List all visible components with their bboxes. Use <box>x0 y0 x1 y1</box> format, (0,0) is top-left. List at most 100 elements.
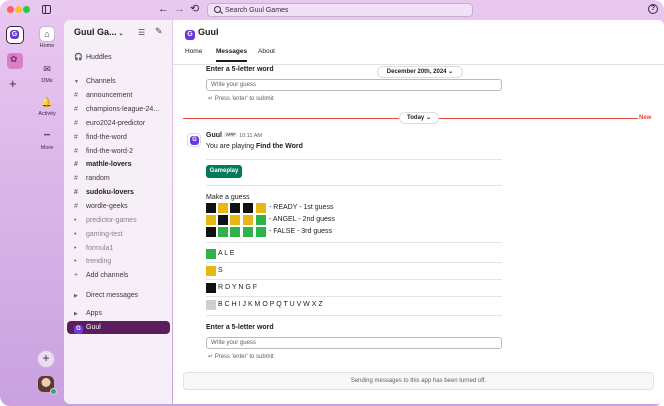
nav-column: ⌂ Home ✉ DMs 🔔 Activity ••• More <box>30 20 64 406</box>
sidebar-item-channel[interactable]: # champions-league-24... <box>74 104 170 115</box>
dms-section-header[interactable]: ▶ Direct messages <box>74 290 170 301</box>
nav-activity[interactable]: 🔔 Activity <box>30 95 64 117</box>
sidebar-item-label: Channels <box>86 78 116 85</box>
sidebar-item-label: find-the-word <box>86 134 127 141</box>
nav-home[interactable]: ⌂ Home <box>30 27 64 49</box>
add-workspace-icon[interactable]: + <box>9 77 17 90</box>
help-icon[interactable]: ? <box>648 4 658 14</box>
minimize-window-button[interactable] <box>15 6 22 13</box>
tile-2-1 <box>206 215 216 225</box>
nav-activity-label: Activity <box>38 111 56 117</box>
sidebar-item-label: Apps <box>86 310 102 317</box>
sidebar-item-channel[interactable]: # mathle-lovers <box>74 159 170 170</box>
sender-avatar[interactable]: G <box>187 133 201 147</box>
sender-name[interactable]: Guul <box>206 132 222 139</box>
nav-more[interactable]: ••• More <box>30 129 64 151</box>
message-header: Guul APP 10:11 AM <box>206 132 262 139</box>
hash-icon: # <box>74 120 78 127</box>
sidebar-item-channel[interactable]: # find-the-word-2 <box>74 146 170 157</box>
sidebar-item-label: find-the-word-2 <box>86 148 134 155</box>
legend-letters: R D Y N G F <box>218 284 258 291</box>
search-bar[interactable]: Search Guul Games <box>207 3 473 17</box>
guess-input[interactable]: Write your guess <box>206 337 502 349</box>
lock-icon: • <box>74 258 77 265</box>
sidebar-item-label: sudoku-lovers <box>86 189 134 196</box>
legend-letters: B C H I J K M O P Q T U V W X Z <box>218 301 323 308</box>
sidebar-item-add-channels[interactable]: + Add channels <box>74 270 170 281</box>
sidebar-item-channel[interactable]: # wordle-geeks <box>74 201 170 212</box>
chevron-down-icon: ⌄ <box>118 31 124 37</box>
apps-section-header[interactable]: ▶ Apps <box>74 308 170 319</box>
zoom-window-button[interactable] <box>23 6 30 13</box>
sidebar-item-guul-app[interactable]: G Guul <box>67 321 170 334</box>
sidebar-item-label: formula1 <box>86 245 114 252</box>
gameplay-button[interactable]: Gameplay <box>206 165 242 178</box>
guess-label: - ANGEL - 2nd guess <box>269 216 335 223</box>
nav-more-label: More <box>40 145 54 151</box>
more-dots-icon: ••• <box>43 133 51 139</box>
sidebar-item-channel[interactable]: # find-the-word <box>74 132 170 143</box>
tab-home[interactable]: Home <box>185 48 202 55</box>
back-arrow-icon[interactable]: ← <box>158 3 169 15</box>
workspace-rail: G + <box>0 20 30 406</box>
sidebar-item-label: gaming-test <box>86 231 123 238</box>
filter-icon[interactable]: ☰ <box>138 28 145 37</box>
forward-arrow-icon[interactable]: → <box>174 3 185 15</box>
divider <box>206 185 502 186</box>
user-avatar[interactable] <box>38 376 57 395</box>
sidebar-item-label: trending <box>86 258 112 265</box>
channel-header[interactable]: G Guul <box>185 27 219 40</box>
sidebar-item-label: announcement <box>86 92 133 99</box>
sidebar-item-channel[interactable]: • gaming-test <box>74 229 170 240</box>
hash-icon: # <box>74 106 78 113</box>
sidebar-toggle-icon[interactable] <box>42 5 51 14</box>
channels-section-header[interactable]: ▼ Channels <box>74 76 170 87</box>
tile-2-4 <box>243 215 253 225</box>
today-divider-pill[interactable]: Today ⌄ <box>399 112 439 124</box>
tile-3-1 <box>206 227 216 237</box>
tab-messages[interactable]: Messages <box>216 48 248 62</box>
close-window-button[interactable] <box>7 6 14 13</box>
sidebar-item-label: Direct messages <box>86 292 139 299</box>
sidebar-item-huddles[interactable]: 🎧 Huddles <box>74 52 170 63</box>
make-guess-label: Make a guess <box>206 194 250 201</box>
lock-icon: • <box>74 245 77 252</box>
game-name: Find the Word <box>255 143 303 150</box>
sidebar-item-channel[interactable]: # random <box>74 173 170 184</box>
message-time[interactable]: 10:11 AM <box>239 133 262 139</box>
sidebar-item-label: Add channels <box>86 272 129 279</box>
tab-about[interactable]: About <box>258 48 275 55</box>
guess-label: - READY - 1st guess <box>269 204 334 211</box>
sidebar-item-channel[interactable]: • predictor-games <box>74 215 170 226</box>
history-clock-icon[interactable]: ⟲ <box>190 3 199 15</box>
sidebar-item-channel[interactable]: # sudoku-lovers <box>74 187 170 198</box>
search-icon <box>214 6 221 13</box>
workspace-name[interactable]: Guul Ga... ⌄ <box>74 27 124 37</box>
dms-icon: ✉ <box>43 64 51 74</box>
workspace-switcher-second[interactable] <box>7 53 23 69</box>
divider <box>206 159 502 160</box>
sidebar-item-label: champions-league-24... <box>86 106 160 113</box>
date-divider-pill[interactable]: December 20th, 2024 ⌄ <box>377 66 463 78</box>
tile-3-5 <box>256 227 266 237</box>
tile-2-5 <box>256 215 266 225</box>
nav-dms[interactable]: ✉ DMs <box>30 62 64 84</box>
hash-icon: # <box>74 92 78 99</box>
caret-right-icon: ▶ <box>74 293 78 299</box>
sidebar-item-label: mathle-lovers <box>86 161 132 168</box>
nav-home-label: Home <box>39 43 55 49</box>
main-pane: G Guul Home Messages About Enter a 5-lett… <box>173 20 664 404</box>
sidebar-item-channel[interactable]: # announcement <box>74 90 170 101</box>
hash-icon: # <box>74 203 78 210</box>
workspace-switcher-guul[interactable]: G <box>6 26 24 44</box>
sidebar-item-channel[interactable]: • formula1 <box>74 243 170 254</box>
chevron-down-icon: ⌄ <box>448 69 454 75</box>
sidebar-item-label: wordle-geeks <box>86 203 128 210</box>
guess-input[interactable]: Write your guess <box>206 79 502 91</box>
hash-icon: # <box>74 148 78 155</box>
sidebar-item-channel[interactable]: • trending <box>74 256 170 267</box>
sidebar-item-channel[interactable]: # euro2024-predictor <box>74 118 170 129</box>
create-new-button[interactable]: + <box>37 350 55 368</box>
compose-icon[interactable]: ✎ <box>155 26 163 37</box>
divider <box>206 279 502 280</box>
